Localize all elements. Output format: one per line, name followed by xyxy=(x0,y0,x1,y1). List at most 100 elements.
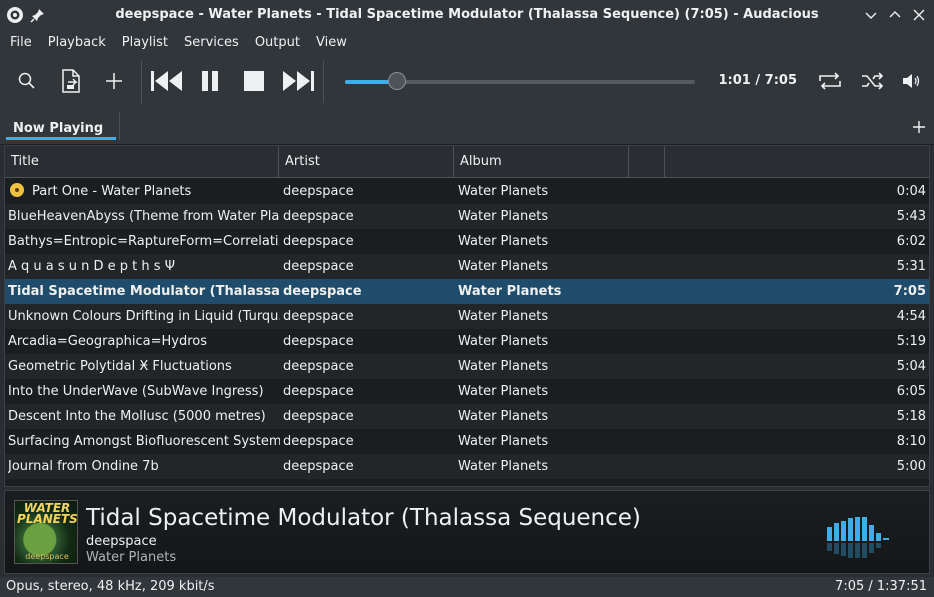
row-length: 5:18 xyxy=(896,409,926,424)
row-artist: deepspace xyxy=(283,384,354,399)
row-title-text: Geometric Polytidal Ӿ Fluctuations xyxy=(8,359,232,374)
column-header-album[interactable]: Album xyxy=(454,146,629,177)
menu-services[interactable]: Services xyxy=(176,30,247,55)
row-title: Surfacing Amongst Biofluorescent Systems xyxy=(8,429,280,454)
toolbar-separator xyxy=(141,61,142,103)
pause-icon xyxy=(202,71,218,91)
row-album: Water Planets xyxy=(458,359,549,374)
playlist-time: 7:05 / 1:37:51 xyxy=(835,579,927,594)
table-row[interactable]: Geometric Polytidal Ӿ Fluctuations deepsp… xyxy=(5,354,929,379)
now-playing-album: Water Planets xyxy=(86,550,177,565)
row-album: Water Planets xyxy=(458,259,549,274)
maximize-icon[interactable] xyxy=(886,6,904,24)
table-row[interactable]: Part One - Water Planets deepspace Water P… xyxy=(5,179,929,204)
row-title-text: Surfacing Amongst Biofluorescent Systems xyxy=(8,434,280,449)
now-playing-artist: deepspace xyxy=(86,534,157,549)
volume-icon xyxy=(903,74,920,88)
menu-playback[interactable]: Playback xyxy=(40,30,114,55)
row-title-text: Descent Into the Mollusc (5000 metres) xyxy=(8,409,266,424)
row-title-text: Tidal Spacetime Modulator (Thalassa S... xyxy=(8,284,280,299)
album-cover: WATER PLANETS deepspace xyxy=(14,500,78,564)
table-row[interactable]: Journal from Ondine 7b deepspace Water Pla… xyxy=(5,454,929,479)
row-length: 5:31 xyxy=(896,259,926,274)
row-artist: deepspace xyxy=(283,234,354,249)
row-artist: deepspace xyxy=(283,359,354,374)
minimize-icon[interactable] xyxy=(862,6,880,24)
row-artist: deepspace xyxy=(283,409,354,424)
row-length: 6:05 xyxy=(896,384,926,399)
column-header-artist[interactable]: Artist xyxy=(279,146,454,177)
row-album: Water Planets xyxy=(458,209,549,224)
column-header-blank[interactable] xyxy=(629,146,665,177)
row-length: 0:04 xyxy=(896,184,926,199)
row-artist: deepspace xyxy=(283,309,354,324)
pause-button[interactable] xyxy=(196,67,224,95)
stop-icon xyxy=(244,71,264,91)
add-files-button[interactable] xyxy=(100,67,128,95)
status-bar: Opus, stereo, 48 kHz, 209 kbit/s 7:05 / … xyxy=(0,577,934,597)
shuffle-button[interactable] xyxy=(859,67,887,95)
time-display: 1:01 / 7:05 xyxy=(718,73,797,88)
playlist-table[interactable]: Title Artist Album Part One - Water Plan… xyxy=(4,145,930,487)
menu-bar: File Playback Playlist Services Output V… xyxy=(0,30,934,55)
row-title: Journal from Ondine 7b xyxy=(8,454,280,479)
open-file-icon xyxy=(62,69,80,93)
table-header: Title Artist Album xyxy=(5,146,929,178)
row-album: Water Planets xyxy=(458,384,549,399)
row-title: Geometric Polytidal Ӿ Fluctuations xyxy=(8,354,280,379)
row-title: Bathys=Entropic=RaptureForm=Correlati... xyxy=(8,229,280,254)
cover-title: WATER PLANETS xyxy=(17,501,78,526)
row-title: Arcadia=Geographica=Hydros xyxy=(8,329,280,354)
row-title-text: Part One - Water Planets xyxy=(32,184,192,199)
row-title: BlueHeavenAbyss (Theme from Water Pla... xyxy=(8,204,280,229)
seek-handle[interactable] xyxy=(388,72,406,90)
search-button[interactable] xyxy=(13,67,41,95)
row-title-text: Bathys=Entropic=RaptureForm=Correlati... xyxy=(8,234,280,249)
row-length: 5:19 xyxy=(896,334,926,349)
row-album: Water Planets xyxy=(458,409,549,424)
playlist-tab-bar: Now Playing xyxy=(0,108,934,145)
column-header-title[interactable]: Title xyxy=(5,146,279,177)
row-length: 7:05 xyxy=(893,284,926,299)
visualizer xyxy=(827,517,889,558)
now-playing-panel: WATER PLANETS deepspace Tidal Spacetime … xyxy=(4,490,930,574)
row-album: Water Planets xyxy=(458,234,549,249)
row-artist: deepspace xyxy=(283,209,354,224)
row-artist: deepspace xyxy=(283,459,354,474)
plus-icon xyxy=(106,73,122,89)
row-title-text: Unknown Colours Drifting in Liquid (Turq… xyxy=(8,309,280,324)
row-length: 6:02 xyxy=(896,234,926,249)
table-row[interactable]: A q u a s u n D e p t h s Ψ deepspace Wate… xyxy=(5,254,929,279)
menu-playlist[interactable]: Playlist xyxy=(114,30,176,55)
menu-file[interactable]: File xyxy=(2,30,40,55)
open-files-button[interactable] xyxy=(57,67,85,95)
table-row[interactable]: BlueHeavenAbyss (Theme from Water Pla...… xyxy=(5,204,929,229)
table-row[interactable]: Arcadia=Geographica=Hydros deepspace Water… xyxy=(5,329,929,354)
stop-button[interactable] xyxy=(240,67,268,95)
volume-button[interactable] xyxy=(898,67,926,95)
table-row-selected[interactable]: Tidal Spacetime Modulator (Thalassa S...… xyxy=(5,279,929,304)
row-album: Water Planets xyxy=(458,334,549,349)
row-artist: deepspace xyxy=(283,334,354,349)
tab-now-playing[interactable]: Now Playing xyxy=(6,112,120,145)
table-row[interactable]: Descent Into the Mollusc (5000 metres) de… xyxy=(5,404,929,429)
close-icon[interactable] xyxy=(910,6,928,24)
row-album: Water Planets xyxy=(458,434,549,449)
row-title-text: Into the UnderWave (SubWave Ingress) xyxy=(8,384,264,399)
row-artist: deepspace xyxy=(283,284,362,299)
table-row[interactable]: Surfacing Amongst Biofluorescent Systems… xyxy=(5,429,929,454)
next-button[interactable] xyxy=(281,67,315,95)
title-bar: deepspace - Water Planets - Tidal Spacet… xyxy=(0,0,934,30)
row-title: A q u a s u n D e p t h s Ψ xyxy=(8,254,280,279)
menu-output[interactable]: Output xyxy=(247,30,308,55)
table-row[interactable]: Into the UnderWave (SubWave Ingress) deep… xyxy=(5,379,929,404)
table-row[interactable]: Unknown Colours Drifting in Liquid (Turq… xyxy=(5,304,929,329)
toolbar-separator xyxy=(323,61,324,103)
repeat-button[interactable] xyxy=(816,67,844,95)
menu-view[interactable]: View xyxy=(308,30,355,55)
add-playlist-icon[interactable] xyxy=(910,118,928,136)
window-title: deepspace - Water Planets - Tidal Spacet… xyxy=(115,7,819,22)
previous-button[interactable] xyxy=(150,67,184,95)
row-title: Unknown Colours Drifting in Liquid (Turq… xyxy=(8,304,280,329)
table-row[interactable]: Bathys=Entropic=RaptureForm=Correlati...… xyxy=(5,229,929,254)
